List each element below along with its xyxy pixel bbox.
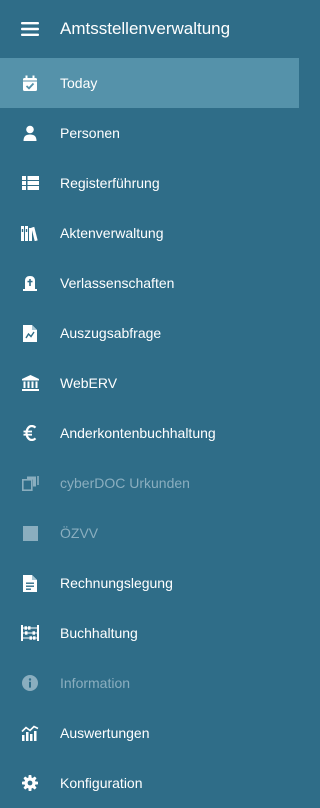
- sidebar-item-auswertungen[interactable]: Auswertungen: [0, 708, 299, 758]
- sidebar-item-konfiguration[interactable]: Konfiguration: [0, 758, 299, 808]
- books-icon: [20, 223, 40, 243]
- sidebar-item-information[interactable]: Information: [0, 658, 299, 708]
- sidebar-item-label: Auszugsabfrage: [60, 325, 162, 341]
- document-chart-icon: [20, 323, 40, 343]
- sidebar-item-label: cyberDOC Urkunden: [60, 475, 190, 491]
- sidebar-item-label: Registerführung: [60, 175, 160, 191]
- bank-building-icon: [20, 373, 40, 393]
- sidebar-item-label: Konfiguration: [60, 775, 143, 791]
- sidebar-item-label: Aktenverwaltung: [60, 225, 164, 241]
- table-list-icon: [20, 173, 40, 193]
- euro-icon: [20, 423, 40, 443]
- sidebar-item-cyberdoc-urkunden[interactable]: cyberDOC Urkunden: [0, 458, 299, 508]
- info-circle-icon: [20, 673, 40, 693]
- sidebar-item-oezvv[interactable]: ÖZVV: [0, 508, 299, 558]
- document-archive-icon: [20, 473, 40, 493]
- sidebar-item-auszugsabfrage[interactable]: Auszugsabfrage: [0, 308, 299, 358]
- sidebar-item-rechnungslegung[interactable]: Rechnungslegung: [0, 558, 299, 608]
- analytics-chart-icon: [20, 723, 40, 743]
- square-icon: [20, 523, 40, 543]
- sidebar-item-label: Auswertungen: [60, 725, 150, 741]
- hamburger-menu-icon[interactable]: [20, 19, 40, 39]
- sidebar-item-today[interactable]: Today: [0, 58, 299, 108]
- sidebar-item-label: Buchhaltung: [60, 625, 138, 641]
- sidebar: Amtsstellenverwaltung Today Personen Reg…: [0, 0, 299, 803]
- app-title: Amtsstellenverwaltung: [60, 19, 231, 38]
- sidebar-header: Amtsstellenverwaltung: [0, 0, 299, 58]
- abacus-icon: [20, 623, 40, 643]
- sidebar-item-aktenverwaltung[interactable]: Aktenverwaltung: [0, 208, 299, 258]
- sidebar-item-label: ÖZVV: [60, 525, 99, 541]
- sidebar-item-weberv[interactable]: WebERV: [0, 358, 299, 408]
- sidebar-item-label: Rechnungslegung: [60, 575, 173, 591]
- sidebar-item-label: Anderkontenbuchhaltung: [60, 425, 216, 441]
- sidebar-item-label: Verlassenschaften: [60, 275, 175, 291]
- calendar-check-icon: [20, 73, 40, 93]
- sidebar-item-anderkontenbuchhaltung[interactable]: Anderkontenbuchhaltung: [0, 408, 299, 458]
- sidebar-item-label: Today: [60, 75, 98, 91]
- sidebar-item-label: WebERV: [60, 375, 118, 391]
- sidebar-item-label: Personen: [60, 125, 120, 141]
- person-icon: [20, 123, 40, 143]
- gear-icon: [20, 773, 40, 793]
- sidebar-item-registerfuehrung[interactable]: Registerführung: [0, 158, 299, 208]
- gravestone-icon: [20, 273, 40, 293]
- nav-list: Today Personen Registerführung Aktenverw…: [0, 58, 299, 808]
- sidebar-item-buchhaltung[interactable]: Buchhaltung: [0, 608, 299, 658]
- sidebar-item-verlassenschaften[interactable]: Verlassenschaften: [0, 258, 299, 308]
- invoice-document-icon: [20, 573, 40, 593]
- sidebar-item-label: Information: [60, 675, 131, 691]
- sidebar-item-personen[interactable]: Personen: [0, 108, 299, 158]
